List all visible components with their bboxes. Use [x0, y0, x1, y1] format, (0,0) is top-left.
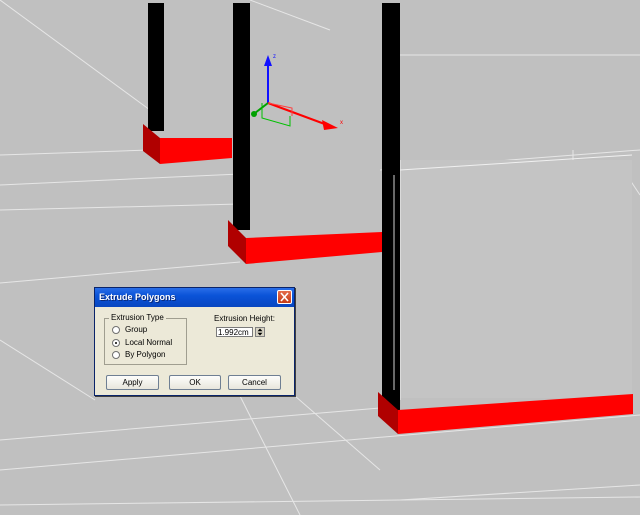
- ok-button[interactable]: OK: [169, 375, 221, 390]
- radio-group[interactable]: Group: [112, 325, 147, 335]
- walls: [399, 154, 633, 400]
- close-button[interactable]: [277, 290, 292, 304]
- radio-by-polygon-label: By Polygon: [125, 350, 166, 359]
- radio-group-label: Group: [125, 325, 148, 334]
- radio-local-normal[interactable]: Local Normal: [112, 338, 172, 348]
- radio-local-normal-circle[interactable]: [112, 339, 120, 347]
- spinner-arrows-icon: [257, 328, 263, 336]
- cancel-button[interactable]: Cancel: [228, 375, 281, 390]
- extrude-polygons-dialog: Extrude Polygons Extrusion Type Group Lo…: [94, 287, 295, 396]
- perspective-viewport[interactable]: z x: [0, 0, 640, 515]
- dialog-title: Extrude Polygons: [99, 292, 176, 302]
- dialog-titlebar[interactable]: Extrude Polygons: [95, 288, 294, 307]
- apply-button[interactable]: Apply: [106, 375, 159, 390]
- extrusion-height-input[interactable]: [216, 327, 253, 337]
- extrusion-type-group: Extrusion Type Group Local Normal By Pol…: [104, 313, 187, 365]
- radio-by-polygon[interactable]: By Polygon: [112, 350, 165, 360]
- extrusion-type-label: Extrusion Type: [109, 313, 166, 323]
- radio-by-polygon-circle[interactable]: [112, 351, 120, 359]
- extrusion-height-spinner[interactable]: [255, 327, 265, 337]
- close-icon: [280, 292, 289, 302]
- radio-local-normal-label: Local Normal: [125, 338, 173, 347]
- gizmo-z-label: z: [273, 54, 276, 60]
- gizmo-x-label: x: [340, 120, 343, 126]
- viewport-scene: z x: [0, 0, 640, 515]
- extrusion-height-label: Extrusion Height:: [214, 314, 275, 323]
- radio-group-circle[interactable]: [112, 326, 120, 334]
